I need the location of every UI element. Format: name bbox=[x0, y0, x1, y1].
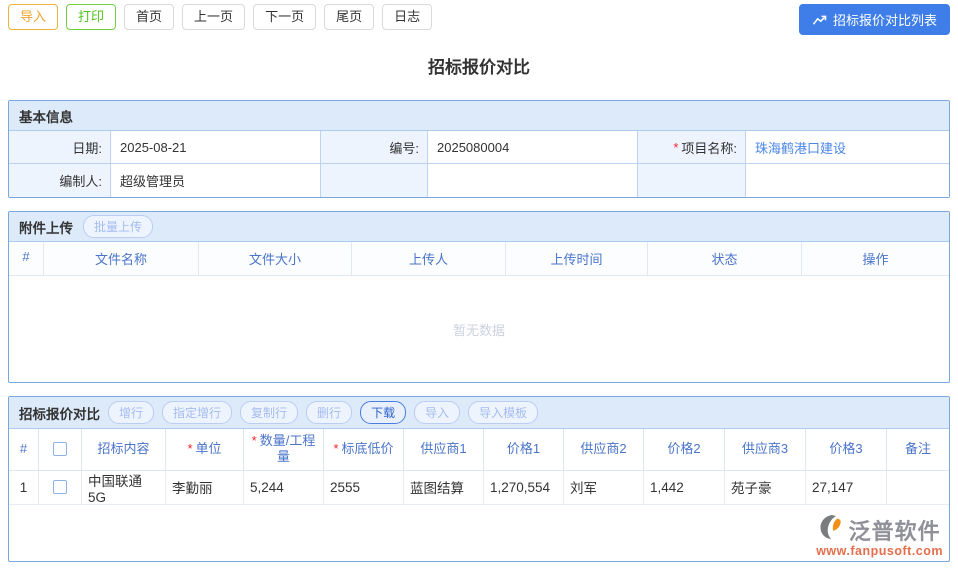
bid-table-row: 1 中国联通5G 李勤丽 5,244 2555 蓝图结算 1,270,554 刘… bbox=[9, 470, 949, 505]
row-select-cell bbox=[39, 470, 82, 505]
bid-col-select bbox=[39, 429, 82, 471]
basic-info-header: 基本信息 bbox=[9, 101, 949, 131]
empty-label-1 bbox=[321, 164, 428, 197]
required-asterisk: * bbox=[333, 441, 339, 457]
bid-table-header: # 招标内容 * 单位 * 数量/工程量 * 标底低价 供应商1 价格1 供应商2… bbox=[9, 429, 949, 471]
bid-col-price1: 价格1 bbox=[484, 429, 564, 471]
vendor-url-text: www.fanpusoft.com bbox=[816, 543, 943, 558]
bid-col-price2: 价格2 bbox=[644, 429, 725, 471]
bid-col-supplier1: 供应商1 bbox=[404, 429, 484, 471]
attachment-header: 附件上传 批量上传 bbox=[9, 212, 949, 242]
basic-info-title: 基本信息 bbox=[19, 109, 73, 125]
bid-col-unit: * 单位 bbox=[166, 429, 244, 471]
att-col-status: 状态 bbox=[648, 242, 802, 276]
author-label: 编制人: bbox=[9, 164, 111, 197]
import-button[interactable]: 导入 bbox=[8, 4, 59, 30]
row-supplier3: 苑子豪 bbox=[725, 470, 806, 505]
row-quantity: 5,244 bbox=[244, 470, 324, 505]
batch-upload-button[interactable]: 批量上传 bbox=[83, 215, 154, 238]
empty-value-2 bbox=[746, 164, 949, 197]
att-col-uploadtime: 上传时间 bbox=[506, 242, 648, 276]
bid-col-content: 招标内容 bbox=[82, 429, 166, 471]
print-button[interactable]: 打印 bbox=[66, 4, 117, 30]
log-button[interactable]: 日志 bbox=[382, 4, 433, 30]
bid-col-unit-label: 单位 bbox=[195, 441, 222, 457]
basic-info-section: 基本信息 日期: 2025-08-21 编号: 2025080004 * 项目名… bbox=[8, 100, 950, 198]
bid-col-supplier3: 供应商3 bbox=[725, 429, 806, 471]
attachment-title: 附件上传 bbox=[19, 220, 73, 236]
project-name-link[interactable]: 珠海鹤港口建设 bbox=[755, 138, 846, 157]
bid-col-baseprice-label: 标底低价 bbox=[341, 441, 394, 457]
bid-col-remark: 备注 bbox=[887, 429, 949, 471]
download-button[interactable]: 下载 bbox=[360, 401, 407, 424]
bid-col-baseprice: * 标底低价 bbox=[324, 429, 404, 471]
vendor-brand-text: 泛普软件 bbox=[848, 518, 941, 544]
row-unit: 李勤丽 bbox=[166, 470, 244, 505]
required-asterisk: * bbox=[187, 441, 193, 457]
copy-row-button[interactable]: 复制行 bbox=[240, 401, 299, 424]
bid-comparison-list-button[interactable]: 招标报价对比列表 bbox=[798, 4, 950, 35]
row-index: 1 bbox=[9, 470, 39, 505]
row-price2: 1,442 bbox=[644, 470, 725, 505]
date-label: 日期: bbox=[9, 131, 111, 164]
att-col-index: # bbox=[9, 242, 44, 276]
att-col-filename: 文件名称 bbox=[44, 242, 199, 276]
bid-comparison-header: 招标报价对比 增行 指定增行 复制行 删行 下载 导入 导入模板 bbox=[9, 397, 949, 429]
empty-label-2 bbox=[638, 164, 746, 197]
bid-col-price3: 价格3 bbox=[806, 429, 887, 471]
project-name-label-text: 项目名称: bbox=[681, 140, 737, 156]
bid-comparison-title: 招标报价对比 bbox=[19, 406, 100, 422]
bid-col-quantity-label: 数量/工程量 bbox=[259, 433, 316, 465]
basic-info-grid: 日期: 2025-08-21 编号: 2025080004 * 项目名称: 珠海… bbox=[9, 131, 949, 197]
last-page-button[interactable]: 尾页 bbox=[324, 4, 375, 30]
add-row-button[interactable]: 增行 bbox=[108, 401, 155, 424]
project-name-cell: 珠海鹤港口建设 bbox=[746, 131, 949, 164]
row-price3: 27,147 bbox=[806, 470, 887, 505]
att-col-actions: 操作 bbox=[802, 242, 949, 276]
row-remark bbox=[887, 471, 949, 505]
vendor-watermark: 泛普软件 www.fanpusoft.com bbox=[816, 514, 943, 558]
prev-page-button[interactable]: 上一页 bbox=[182, 4, 246, 30]
bid-col-quantity: * 数量/工程量 bbox=[244, 429, 324, 471]
next-page-button[interactable]: 下一页 bbox=[253, 4, 317, 30]
import-template-button[interactable]: 导入模板 bbox=[468, 401, 539, 424]
att-col-uploader: 上传人 bbox=[352, 242, 506, 276]
top-toolbar: 导入 打印 首页 上一页 下一页 尾页 日志 招标报价对比列表 bbox=[0, 0, 958, 35]
fanpu-logo-icon bbox=[819, 514, 847, 545]
date-value: 2025-08-21 bbox=[111, 131, 321, 164]
attachment-empty-state: 暂无数据 bbox=[452, 322, 505, 338]
insert-row-button[interactable]: 指定增行 bbox=[162, 401, 233, 424]
number-value: 2025080004 bbox=[428, 131, 638, 164]
bid-col-supplier2: 供应商2 bbox=[564, 429, 644, 471]
required-asterisk: * bbox=[251, 433, 257, 448]
bid-comparison-list-label: 招标报价对比列表 bbox=[832, 13, 937, 28]
bid-col-index: # bbox=[9, 429, 39, 471]
author-value: 超级管理员 bbox=[111, 164, 321, 197]
number-label: 编号: bbox=[321, 131, 428, 164]
bid-comparison-section: 招标报价对比 增行 指定增行 复制行 删行 下载 导入 导入模板 # 招标内容 … bbox=[8, 396, 950, 562]
attachment-table-header: # 文件名称 文件大小 上传人 上传时间 状态 操作 bbox=[9, 242, 949, 276]
att-col-filesize: 文件大小 bbox=[199, 242, 352, 276]
project-name-label: * 项目名称: bbox=[638, 131, 746, 164]
attachment-section: 附件上传 批量上传 # 文件名称 文件大小 上传人 上传时间 状态 操作 暂无数… bbox=[8, 211, 950, 383]
row-price1: 1,270,554 bbox=[484, 470, 564, 505]
page-title: 招标报价对比 bbox=[428, 58, 530, 77]
row-content: 中国联通5G bbox=[82, 470, 166, 505]
select-all-checkbox[interactable] bbox=[53, 442, 67, 457]
import-rows-button[interactable]: 导入 bbox=[414, 401, 461, 424]
row-supplier2: 刘军 bbox=[564, 470, 644, 505]
required-asterisk: * bbox=[673, 139, 679, 155]
delete-row-button[interactable]: 删行 bbox=[306, 401, 353, 424]
row-supplier1: 蓝图结算 bbox=[404, 470, 484, 505]
empty-value-1 bbox=[428, 164, 638, 197]
row-baseprice: 2555 bbox=[324, 470, 404, 505]
row-checkbox[interactable] bbox=[53, 480, 67, 494]
trend-arrow-icon bbox=[812, 14, 827, 26]
home-page-button[interactable]: 首页 bbox=[124, 4, 175, 30]
bid-table-footer: 泛普软件 www.fanpusoft.com bbox=[9, 505, 949, 561]
